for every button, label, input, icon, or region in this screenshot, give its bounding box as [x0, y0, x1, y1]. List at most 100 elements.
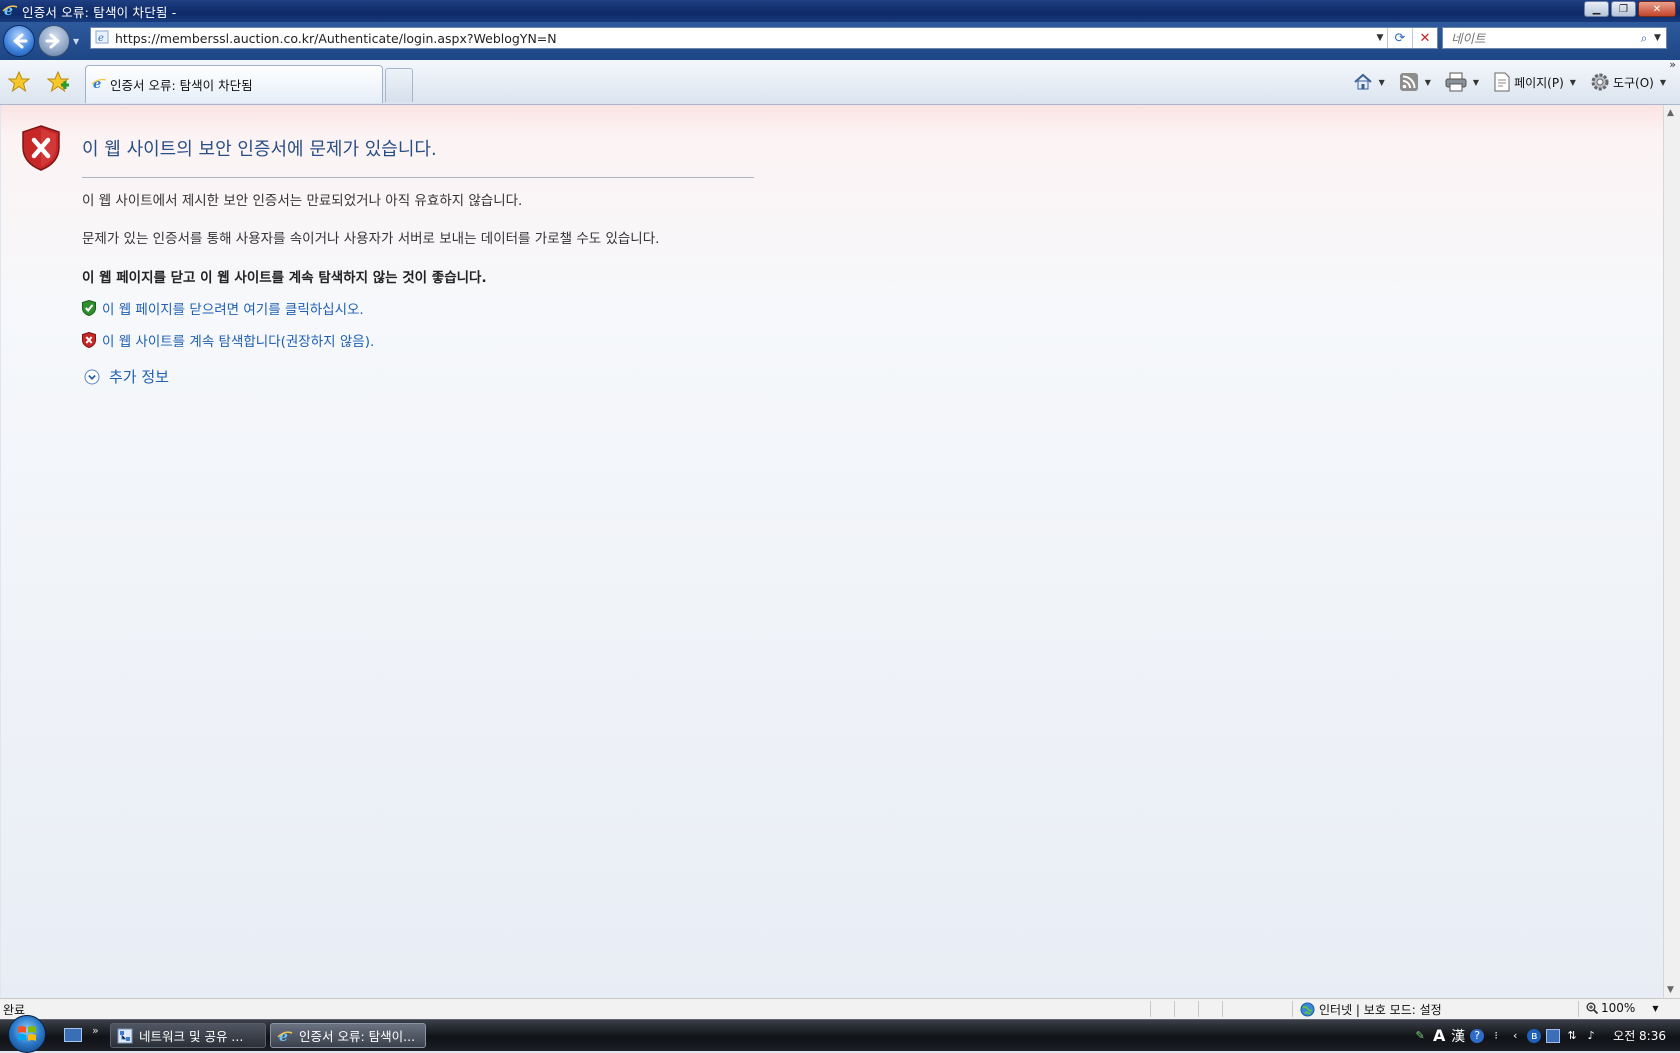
rss-icon	[1399, 73, 1418, 91]
back-arrow-icon	[13, 33, 28, 49]
zoom-icon	[1586, 1002, 1598, 1014]
display-icon[interactable]	[1546, 1028, 1561, 1043]
taskbar: » 네트워크 및 공유 ... e 인증서 오류: 탐색이... ✎ A 漢 ?…	[0, 1015, 1680, 1053]
error-shield-icon	[21, 125, 61, 174]
status-divider	[1150, 1001, 1151, 1017]
stop-icon[interactable]: ✕	[1412, 28, 1437, 48]
ie-icon: e	[2, 2, 18, 21]
home-button[interactable]: ▼	[1349, 70, 1389, 94]
restore-button[interactable]: ❐	[1611, 1, 1636, 17]
scroll-down-icon[interactable]: ▼	[1667, 985, 1674, 995]
search-input[interactable]	[1449, 29, 1634, 47]
close-page-option: 이 웹 페이지를 닫으려면 여기를 클릭하십시오.	[82, 298, 364, 318]
network-center-icon	[117, 1028, 133, 1043]
scroll-up-icon[interactable]: ▲	[1667, 108, 1674, 118]
continue-option: 이 웹 사이트를 계속 탐색합니다(권장하지 않음).	[82, 330, 374, 350]
refresh-icon[interactable]: ⟳	[1387, 28, 1412, 48]
tab-bar: e 인증서 오류: 탐색이 차단됨 ▼ ▼ ▼ 페이지(P) ▼ 도구(O) ▼…	[0, 58, 1680, 105]
tab-active[interactable]: e 인증서 오류: 탐색이 차단됨	[85, 65, 383, 103]
tab-ie-icon: e	[91, 76, 107, 93]
print-button[interactable]: ▼	[1441, 70, 1483, 94]
back-button[interactable]	[3, 25, 35, 57]
zoom-control[interactable]: 100% ▼	[1586, 1001, 1658, 1015]
printer-icon	[1445, 72, 1467, 92]
language-bar-icon[interactable]: ✎	[1413, 1029, 1427, 1043]
search-options-dropdown[interactable]: ▼	[1654, 33, 1666, 43]
status-divider	[1222, 1001, 1223, 1017]
error-headline: 이 웹 사이트의 보안 인증서에 문제가 있습니다.	[82, 139, 437, 160]
svg-text:e: e	[279, 1029, 288, 1044]
status-divider	[1578, 1001, 1579, 1017]
bluetooth-icon[interactable]: ʙ	[1527, 1028, 1542, 1043]
tray-expand-icon[interactable]: ‹	[1508, 1029, 1522, 1043]
command-bar: ▼ ▼ ▼ 페이지(P) ▼ 도구(O) ▼	[1349, 68, 1670, 96]
tab-label: 인증서 오류: 탐색이 차단됨	[110, 78, 253, 93]
tools-menu[interactable]: 도구(O) ▼	[1586, 70, 1670, 94]
globe-icon	[1300, 1002, 1315, 1017]
network-icon[interactable]: ⇅	[1565, 1029, 1579, 1043]
address-bar[interactable]: e https://memberssl.auction.co.kr/Authen…	[90, 27, 1438, 49]
expand-chevron-icon	[84, 369, 100, 384]
start-button[interactable]	[8, 1015, 46, 1053]
hanja-icon[interactable]: 漢	[1451, 1029, 1465, 1045]
page-icon	[1494, 72, 1510, 92]
gear-icon	[1591, 73, 1609, 91]
search-box[interactable]: ⌕ ▼	[1442, 27, 1667, 49]
security-zone-label: 인터넷 | 보호 모드: 설정	[1319, 1003, 1442, 1017]
favorites-center-button[interactable]	[6, 69, 32, 95]
red-shield-icon	[82, 332, 96, 348]
minimize-button[interactable]: ▁	[1584, 1, 1609, 17]
command-bar-overflow-icon[interactable]: »	[1669, 58, 1676, 71]
continue-to-site-link[interactable]: 이 웹 사이트를 계속 탐색합니다(권장하지 않음).	[102, 330, 374, 350]
recent-pages-dropdown[interactable]: ▼	[73, 37, 79, 46]
search-icon[interactable]: ⌕	[1634, 31, 1654, 46]
more-info-link[interactable]: 추가 정보	[109, 366, 169, 387]
taskbar-item-ie[interactable]: e 인증서 오류: 탐색이...	[270, 1023, 426, 1048]
divider	[82, 177, 754, 178]
svg-text:e: e	[4, 3, 13, 18]
forward-button[interactable]	[38, 25, 70, 57]
svg-text:e: e	[93, 77, 101, 90]
add-favorite-star-icon	[47, 71, 69, 93]
add-favorites-button[interactable]	[45, 69, 71, 95]
favorites-star-icon	[8, 71, 30, 93]
page-menu-label: 페이지(P)	[1514, 75, 1564, 90]
recommendation-text: 이 웹 페이지를 닫고 이 웹 사이트를 계속 탐색하지 않는 것이 좋습니다.	[82, 270, 487, 286]
page-menu[interactable]: 페이지(P) ▼	[1489, 70, 1580, 94]
status-bar: 완료 인터넷 | 보호 모드: 설정 100% ▼	[0, 998, 1680, 1019]
tools-menu-label: 도구(O)	[1612, 75, 1654, 90]
taskbar-item-label: 네트워크 및 공유 ...	[139, 1029, 244, 1044]
forward-arrow-icon	[45, 33, 60, 49]
status-divider	[1174, 1001, 1175, 1017]
taskbar-item-network[interactable]: 네트워크 및 공유 ...	[110, 1023, 266, 1048]
volume-icon[interactable]: ♪	[1584, 1029, 1598, 1043]
close-button[interactable]: ✕	[1638, 1, 1676, 17]
title-bar: e 인증서 오류: 탐색이 차단됨 - ▁ ❐ ✕	[0, 0, 1680, 22]
green-shield-icon	[82, 300, 96, 316]
feeds-button[interactable]: ▼	[1395, 70, 1435, 94]
close-page-link[interactable]: 이 웹 페이지를 닫으려면 여기를 클릭하십시오.	[102, 298, 364, 318]
ie-icon: e	[277, 1029, 293, 1044]
url-text[interactable]: https://memberssl.auction.co.kr/Authenti…	[115, 31, 1373, 46]
tray-options-icon[interactable]: ⁝	[1489, 1029, 1503, 1043]
show-desktop-icon[interactable]	[64, 1028, 82, 1042]
windows-logo-icon	[18, 1026, 36, 1041]
error-description-1: 이 웹 사이트에서 제시한 보안 인증서는 만료되었거나 아직 유효하지 않습니…	[82, 193, 523, 209]
vertical-scrollbar[interactable]: ▲ ▼	[1663, 105, 1680, 998]
input-mode-a-icon[interactable]: A	[1432, 1026, 1446, 1045]
taskbar-item-label: 인증서 오류: 탐색이...	[299, 1029, 416, 1044]
help-icon[interactable]: ?	[1470, 1028, 1485, 1043]
page-icon: e	[95, 30, 109, 47]
security-zone[interactable]: 인터넷 | 보호 모드: 설정	[1300, 1001, 1442, 1018]
svg-text:e: e	[98, 33, 104, 44]
home-icon	[1353, 73, 1372, 90]
more-info-toggle[interactable]: 추가 정보	[84, 366, 169, 387]
quicklaunch-overflow-icon[interactable]: »	[92, 1024, 99, 1037]
address-dropdown[interactable]: ▼	[1373, 33, 1387, 43]
window-title: 인증서 오류: 탐색이 차단됨 -	[22, 4, 177, 20]
navigation-bar: ▼ e https://memberssl.auction.co.kr/Auth…	[0, 22, 1680, 60]
status-divider	[1198, 1001, 1199, 1017]
clock[interactable]: 오전 8:36	[1613, 1027, 1666, 1044]
zoom-dropdown[interactable]: ▼	[1652, 1004, 1658, 1013]
new-tab-button[interactable]	[385, 68, 413, 102]
